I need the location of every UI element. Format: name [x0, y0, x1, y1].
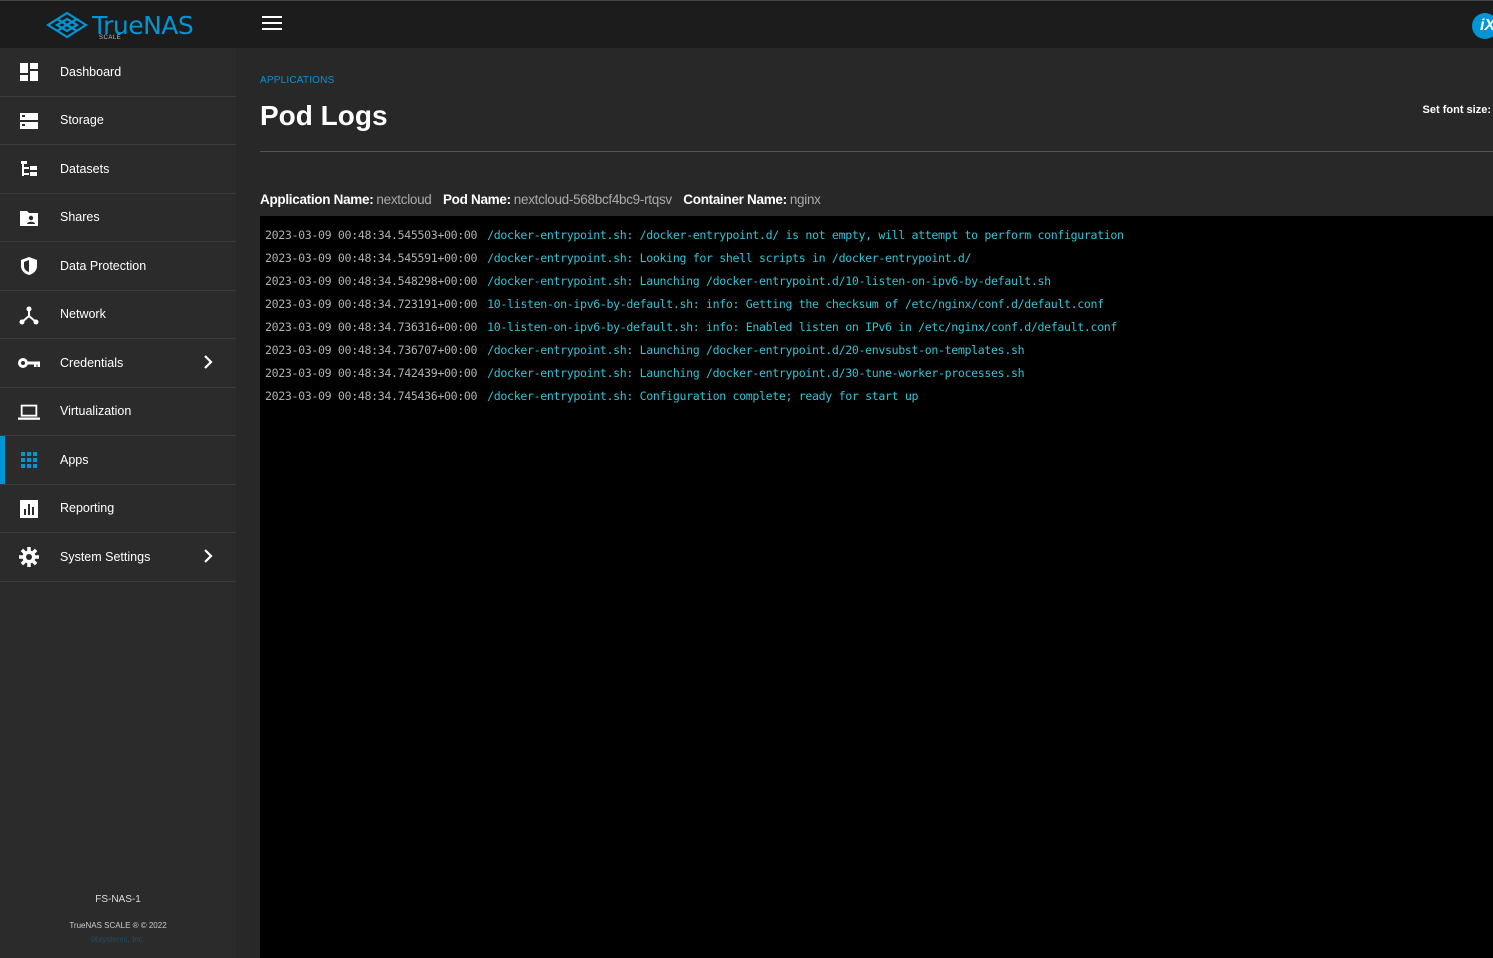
sidebar: Dashboard Storage Datasets Shares Data P… [0, 48, 236, 958]
network-icon [18, 305, 40, 325]
reporting-icon [18, 499, 40, 519]
container-name-key: Container Name: [683, 192, 787, 207]
sidebar-item-label: Apps [60, 452, 89, 467]
sidebar-item-label: Credentials [60, 355, 124, 370]
log-message: /docker-entrypoint.sh: Configuration com… [487, 389, 919, 403]
log-line: 2023-03-09 00:48:34.736316+00:00 10-liste… [265, 316, 1493, 339]
log-line: 2023-03-09 00:48:34.545591+00:00/docker-… [265, 247, 1493, 270]
log-output[interactable]: 2023-03-09 00:48:34.545503+00:00/docker-… [260, 216, 1493, 958]
hamburger-icon[interactable] [262, 16, 282, 32]
sidebar-item-label: System Settings [60, 549, 151, 564]
sidebar-item-shares[interactable]: Shares [0, 194, 236, 242]
log-timestamp: 2023-03-09 00:48:34.745436+00:00 [265, 389, 478, 403]
log-timestamp: 2023-03-09 00:48:34.548298+00:00 [265, 274, 478, 288]
pod-name-key: Pod Name: [442, 192, 511, 207]
shield-icon [18, 256, 40, 276]
app-name-key: Application Name: [260, 192, 374, 207]
sidebar-item-label: Storage [60, 113, 104, 128]
log-line: 2023-03-09 00:48:34.736707+00:00/docker-… [265, 339, 1493, 362]
chevron-right-icon [201, 354, 215, 370]
sidebar-item-label: Datasets [60, 161, 110, 176]
key-icon [18, 353, 40, 373]
sidebar-item-network[interactable]: Network [0, 291, 236, 339]
container-name-value: nginx [789, 192, 821, 207]
log-timestamp: 2023-03-09 00:48:34.545503+00:00 [265, 228, 478, 242]
company-link[interactable]: iXsystems, Inc. [0, 935, 236, 944]
sidebar-item-dashboard[interactable]: Dashboard [0, 48, 236, 97]
copyright-text: TrueNAS SCALE ® © 2022 [69, 921, 167, 930]
sidebar-item-storage[interactable]: Storage [0, 97, 236, 145]
header-divider [260, 151, 1493, 152]
log-timestamp: 2023-03-09 00:48:34.736707+00:00 [265, 343, 478, 357]
log-message: 10-listen-on-ipv6-by-default.sh: info: G… [487, 297, 1104, 311]
truenas-logo-icon [46, 11, 88, 39]
sidebar-item-label: Dashboard [60, 64, 122, 79]
log-line: 2023-03-09 00:48:34.745436+00:00/docker-… [265, 385, 1493, 408]
dashboard-icon [18, 62, 40, 82]
sidebar-item-label: Virtualization [60, 404, 132, 419]
log-timestamp: 2023-03-09 00:48:34.742439+00:00 [265, 366, 478, 380]
sidebar-item-system-settings[interactable]: System Settings [0, 533, 236, 582]
app-name-value: nextcloud [376, 192, 432, 207]
sidebar-item-label: Reporting [60, 501, 115, 516]
log-line: 2023-03-09 00:48:34.545503+00:00/docker-… [265, 224, 1493, 247]
log-line: 2023-03-09 00:48:34.742439+00:00/docker-… [265, 362, 1493, 385]
laptop-icon [18, 402, 40, 422]
storage-icon [18, 111, 40, 131]
sidebar-item-reporting[interactable]: Reporting [0, 485, 236, 533]
log-message: /docker-entrypoint.sh: Launching /docker… [487, 366, 1025, 380]
sidebar-item-data-protection[interactable]: Data Protection [0, 242, 236, 291]
sidebar-item-apps[interactable]: Apps [0, 436, 236, 485]
sidebar-item-virtualization[interactable]: Virtualization [0, 388, 236, 436]
log-timestamp: 2023-03-09 00:48:34.545591+00:00 [265, 251, 478, 265]
log-timestamp: 2023-03-09 00:48:34.736316+00:00 [265, 320, 478, 334]
log-line: 2023-03-09 00:48:34.548298+00:00/docker-… [265, 270, 1493, 293]
shares-icon [18, 208, 40, 228]
chevron-right-icon [201, 548, 215, 564]
sidebar-item-label: Network [60, 307, 106, 322]
page-title: Pod Logs [260, 100, 388, 131]
log-message: /docker-entrypoint.sh: /docker-entrypoin… [487, 228, 1124, 242]
main-content: APPLICATIONS Pod Logs Set font size: App… [236, 48, 1493, 958]
truenas-logo[interactable]: TrueNAS SCALE [46, 9, 196, 43]
log-message: 10-listen-on-ipv6-by-default.sh: info: E… [487, 320, 1118, 334]
brand-edition: SCALE [99, 35, 122, 41]
ixsystems-logo-icon[interactable]: iX [1472, 13, 1493, 39]
log-message: /docker-entrypoint.sh: Launching /docker… [487, 274, 1051, 288]
datasets-icon [18, 159, 40, 179]
sidebar-item-label: Data Protection [60, 258, 147, 273]
pod-info: Application Name: nextcloud Pod Name: next… [260, 192, 829, 207]
font-size-label: Set font size: [1422, 104, 1491, 116]
sidebar-item-credentials[interactable]: Credentials [0, 339, 236, 388]
hostname: FS-NAS-1 [95, 894, 141, 905]
top-bar: TrueNAS SCALE iX [0, 0, 1493, 48]
log-message: /docker-entrypoint.sh: Launching /docker… [487, 343, 1025, 357]
apps-grid-icon [18, 450, 40, 470]
pod-name-value: nextcloud-568bcf4bc9-rtqsv [513, 192, 672, 207]
gear-icon [18, 547, 40, 567]
log-line: 2023-03-09 00:48:34.723191+00:00 10-liste… [265, 293, 1493, 316]
breadcrumb[interactable]: APPLICATIONS [260, 75, 334, 86]
log-timestamp: 2023-03-09 00:48:34.723191+00:00 [265, 297, 478, 311]
sidebar-item-label: Shares [60, 210, 100, 225]
sidebar-item-datasets[interactable]: Datasets [0, 145, 236, 194]
log-message: /docker-entrypoint.sh: Looking for shell… [487, 251, 972, 265]
